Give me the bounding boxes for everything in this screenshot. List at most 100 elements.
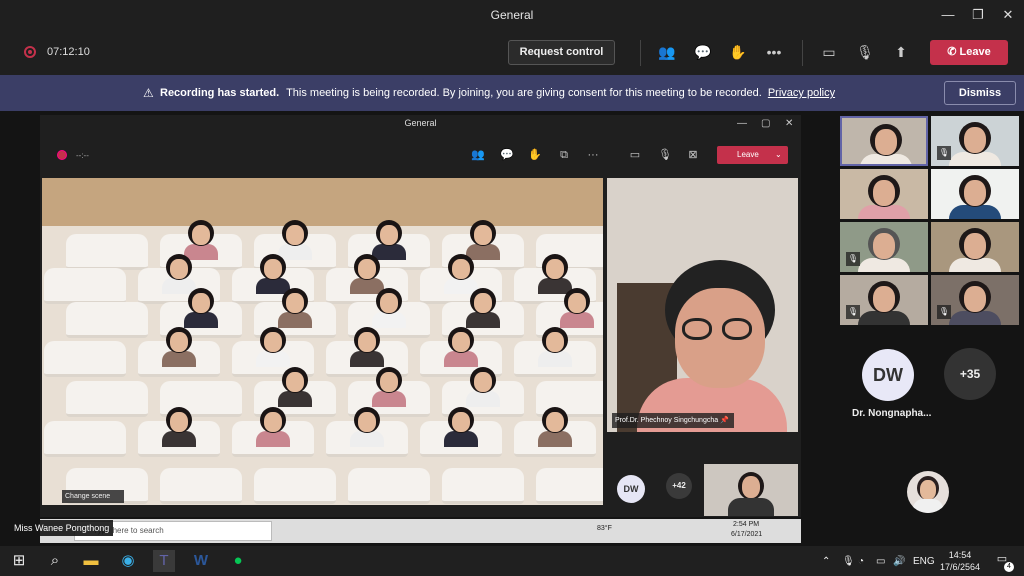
notification-icon[interactable]: ▭ 4 xyxy=(993,552,1014,572)
glasses-right xyxy=(722,318,752,340)
edge-icon[interactable]: ◉ xyxy=(117,550,139,572)
gallery-tile[interactable] xyxy=(931,169,1019,219)
participant-avatar[interactable]: DW xyxy=(862,349,914,401)
word-icon[interactable]: W xyxy=(190,550,212,572)
window-title: General xyxy=(490,8,534,22)
gallery-tile[interactable] xyxy=(840,169,928,219)
shared-more-icon: ··· xyxy=(587,149,599,161)
gallery-tile[interactable]: 🎙 xyxy=(840,275,928,325)
attendee-figure xyxy=(350,327,384,367)
tray-chevron-icon[interactable]: ⌃ xyxy=(822,556,830,567)
participants-icon[interactable]: 👥 xyxy=(656,42,678,62)
attendee-figure xyxy=(256,327,290,367)
more-actions-icon[interactable]: ••• xyxy=(763,42,785,62)
attendee-figure xyxy=(278,367,312,407)
speaker-name-text: Prof.Dr. Phechnoy Singchungcha xyxy=(615,417,719,424)
glasses-left xyxy=(682,318,712,340)
auditorium-chair xyxy=(66,302,148,338)
clock-date: 17/6/2564 xyxy=(939,562,981,572)
more-participants-button[interactable]: +35 xyxy=(944,348,996,400)
title-bar: General xyxy=(0,0,1024,30)
attendee-figure xyxy=(372,367,406,407)
notification-count: 4 xyxy=(1004,562,1014,572)
participant-name: Dr. Nongnapha... xyxy=(852,408,932,419)
leave-label: Leave xyxy=(959,46,991,58)
shared-reactions-icon: ✋ xyxy=(528,149,542,161)
shared-participant-avatar: DW xyxy=(617,475,645,503)
shared-self-video xyxy=(704,464,798,516)
meeting-timer: 07:12:10 xyxy=(47,46,90,58)
privacy-policy-link[interactable]: Privacy policy xyxy=(768,87,835,99)
request-control-button[interactable]: Request control xyxy=(508,40,615,65)
attendee-figure xyxy=(444,327,478,367)
together-mode-video xyxy=(42,178,603,505)
tray-volume-icon[interactable]: 🔊 xyxy=(893,556,905,567)
shared-recording-icon xyxy=(57,150,67,160)
auditorium-chair xyxy=(66,381,148,417)
file-explorer-icon[interactable]: ▬ xyxy=(80,550,102,572)
teams-icon[interactable]: T xyxy=(153,550,175,572)
shared-more-participants: +42 xyxy=(666,473,692,499)
start-icon[interactable]: ⊞ xyxy=(8,550,30,572)
chat-icon[interactable]: 💬 xyxy=(692,42,714,62)
banner-bold: Recording has started. xyxy=(160,87,280,99)
restore-icon[interactable]: ❐ xyxy=(968,6,988,24)
gallery-tile[interactable] xyxy=(931,222,1019,272)
pin-icon: 📌 xyxy=(720,417,729,424)
leave-button[interactable]: ✆ Leave xyxy=(930,40,1008,65)
attendee-figure xyxy=(350,407,384,447)
banner-text: This meeting is being recorded. By joini… xyxy=(286,87,762,99)
tray-wifi-icon[interactable]: ◔ xyxy=(858,556,864,567)
mic-muted-icon: 🎙 xyxy=(846,305,860,319)
mic-muted-icon: 🎙 xyxy=(937,146,951,160)
auditorium-chair xyxy=(44,421,126,457)
auditorium-chair xyxy=(442,468,524,504)
tray-mic-icon[interactable]: 🎙 xyxy=(842,556,855,567)
gallery-tile[interactable]: 🎙 xyxy=(931,116,1019,166)
taskbar-clock[interactable]: 14:54 17/6/2564 xyxy=(936,549,984,573)
share-screen-icon[interactable]: ⬆ xyxy=(890,42,912,62)
camera-off-icon[interactable]: ▭ xyxy=(818,42,840,62)
attendee-figure xyxy=(162,327,196,367)
line-icon[interactable]: ● xyxy=(227,550,249,572)
auditorium-chair xyxy=(44,341,126,377)
auditorium-chair xyxy=(160,468,242,504)
shared-participants-icon: 👥 xyxy=(471,149,485,161)
recording-banner: ⚠ Recording has started. This meeting is… xyxy=(0,75,1024,111)
gallery-tile[interactable]: 🎙 xyxy=(840,222,928,272)
toolbar-divider xyxy=(640,40,641,66)
tray-battery-icon[interactable]: ▭ xyxy=(876,556,885,567)
attendee-figure xyxy=(372,288,406,328)
shared-temperature: 83°F xyxy=(597,525,612,532)
gallery-tile[interactable]: 🎙 xyxy=(931,275,1019,325)
clock-time: 14:54 xyxy=(948,550,972,560)
mic-muted-icon: 🎙 xyxy=(846,252,860,266)
recording-icon xyxy=(24,46,36,58)
reactions-icon[interactable]: ✋ xyxy=(727,42,749,62)
shared-leave-button: Leave ⌄ xyxy=(717,146,788,164)
banner-message: Recording has started. This meeting is b… xyxy=(160,87,835,99)
auditorium-chair xyxy=(348,468,430,504)
shared-mic-icon: 🎙 xyxy=(658,149,672,161)
attendee-figure xyxy=(538,407,572,447)
search-icon[interactable]: ⌕ xyxy=(44,550,66,572)
gallery-tile[interactable] xyxy=(840,116,928,166)
tray-language[interactable]: ENG xyxy=(913,556,935,567)
attendee-figure xyxy=(538,327,572,367)
shared-clock-date: 6/17/2021 xyxy=(731,531,763,538)
change-scene-button: Change scene xyxy=(62,490,124,503)
dismiss-button[interactable]: Dismiss xyxy=(944,81,1016,105)
minimize-icon[interactable]: — xyxy=(938,6,958,24)
auditorium-chair xyxy=(44,268,126,304)
attendee-figure xyxy=(184,288,218,328)
shared-leave-label: Leave xyxy=(737,150,759,159)
mic-muted-icon[interactable]: 🎙 xyxy=(854,42,876,62)
warning-icon: ⚠ xyxy=(143,86,154,100)
auditorium-wall xyxy=(42,178,603,226)
toolbar-divider xyxy=(802,40,803,66)
close-icon[interactable]: ✕ xyxy=(998,6,1018,24)
attendee-figure xyxy=(162,407,196,447)
self-view-avatar[interactable] xyxy=(907,471,949,513)
attendee-figure xyxy=(444,407,478,447)
shared-restore-icon: ▢ xyxy=(761,118,771,129)
